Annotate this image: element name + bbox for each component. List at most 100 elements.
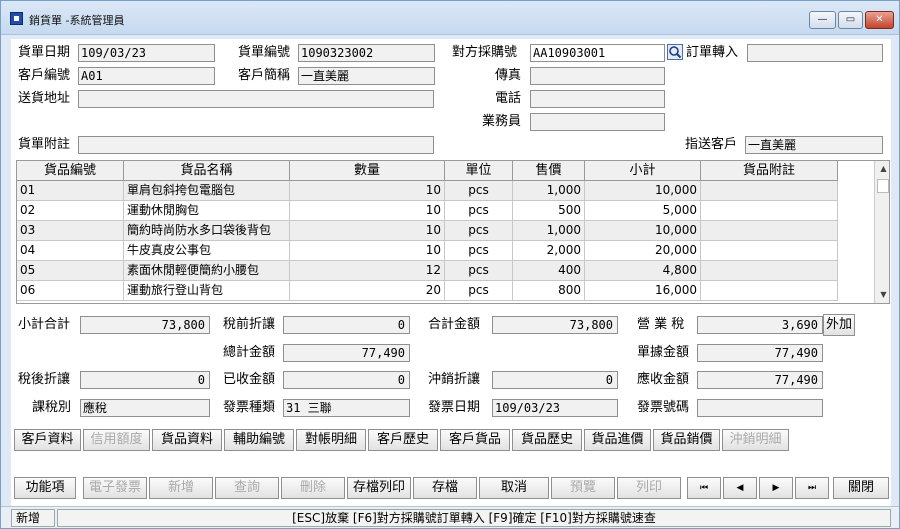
- scroll-up-icon[interactable]: ▲: [875, 161, 889, 177]
- cell-qty[interactable]: 10: [290, 221, 445, 241]
- offset-discount-field[interactable]: 0: [492, 371, 618, 389]
- cell-name[interactable]: 單肩包斜挎包電腦包: [124, 181, 290, 201]
- offset-detail-button[interactable]: 沖銷明細: [722, 429, 789, 451]
- cell-name[interactable]: 運動休閒胸包: [124, 201, 290, 221]
- cell-code[interactable]: 01: [17, 181, 124, 201]
- minimize-button[interactable]: —: [809, 11, 836, 29]
- search-button[interactable]: [667, 44, 683, 60]
- cell-subtotal[interactable]: 10,000: [585, 181, 701, 201]
- cell-price[interactable]: 800: [513, 281, 585, 301]
- function-menu-button[interactable]: 功能項: [14, 477, 76, 499]
- phone-field[interactable]: [530, 90, 665, 108]
- cell-note[interactable]: [701, 281, 838, 301]
- aux-code-button[interactable]: 輔助編號: [224, 429, 294, 451]
- address-field[interactable]: [78, 90, 434, 108]
- col-subtotal[interactable]: 小計: [585, 161, 701, 181]
- received-field[interactable]: 0: [283, 371, 410, 389]
- table-row[interactable]: 05 素面休閒輕便簡約小腰包 12 pcs 400 4,800: [17, 261, 838, 281]
- cell-note[interactable]: [701, 221, 838, 241]
- cell-qty[interactable]: 20: [290, 281, 445, 301]
- table-row[interactable]: 02 運動休閒胸包 10 pcs 500 5,000: [17, 201, 838, 221]
- table-row[interactable]: 06 運動旅行登山背包 20 pcs 800 16,000: [17, 281, 838, 301]
- add-button[interactable]: 新增: [149, 477, 213, 499]
- cell-code[interactable]: 02: [17, 201, 124, 221]
- delete-button[interactable]: 刪除: [281, 477, 345, 499]
- query-button[interactable]: 查詢: [215, 477, 279, 499]
- invoice-date-field[interactable]: 109/03/23: [492, 399, 618, 417]
- invoice-type-field[interactable]: 31 三聯: [283, 399, 410, 417]
- invoice-no-field[interactable]: [697, 399, 823, 417]
- order-import-field[interactable]: [747, 44, 883, 62]
- customer-history-button[interactable]: 客戶歷史: [368, 429, 438, 451]
- table-row[interactable]: 03 簡約時尚防水多口袋後背包 10 pcs 1,000 10,000: [17, 221, 838, 241]
- cell-price[interactable]: 1,000: [513, 221, 585, 241]
- cell-subtotal[interactable]: 10,000: [585, 221, 701, 241]
- cell-unit[interactable]: pcs: [445, 221, 513, 241]
- cell-subtotal[interactable]: 5,000: [585, 201, 701, 221]
- customer-info-button[interactable]: 客戶資料: [14, 429, 81, 451]
- product-price-button[interactable]: 貨品銷價: [653, 429, 720, 451]
- total-amount-field[interactable]: 73,800: [492, 316, 618, 334]
- subtotal-field[interactable]: 73,800: [80, 316, 210, 334]
- post-tax-discount-field[interactable]: 0: [80, 371, 210, 389]
- product-info-button[interactable]: 貨品資料: [152, 429, 222, 451]
- statement-detail-button[interactable]: 對帳明細: [296, 429, 366, 451]
- e-invoice-button[interactable]: 電子發票: [83, 477, 147, 499]
- cell-name[interactable]: 牛皮真皮公事包: [124, 241, 290, 261]
- close-window-button[interactable]: ✕: [865, 11, 894, 29]
- cell-code[interactable]: 03: [17, 221, 124, 241]
- cancel-button[interactable]: 取消: [479, 477, 549, 499]
- last-record-button[interactable]: ⏭: [795, 477, 829, 499]
- table-row[interactable]: 01 單肩包斜挎包電腦包 10 pcs 1,000 10,000: [17, 181, 838, 201]
- col-code[interactable]: 貨品編號: [17, 161, 124, 181]
- cell-name[interactable]: 簡約時尚防水多口袋後背包: [124, 221, 290, 241]
- col-name[interactable]: 貨品名稱: [124, 161, 290, 181]
- col-qty[interactable]: 數量: [290, 161, 445, 181]
- cell-unit[interactable]: pcs: [445, 261, 513, 281]
- tax-type-field[interactable]: 應稅: [80, 399, 210, 417]
- salesperson-field[interactable]: [530, 113, 665, 131]
- product-history-button[interactable]: 貨品歷史: [512, 429, 582, 451]
- next-record-button[interactable]: ▶: [759, 477, 793, 499]
- customer-no-field[interactable]: A01: [78, 67, 215, 85]
- cell-subtotal[interactable]: 20,000: [585, 241, 701, 261]
- doc-no-field[interactable]: 1090323002: [298, 44, 435, 62]
- col-price[interactable]: 售價: [513, 161, 585, 181]
- cell-note[interactable]: [701, 261, 838, 281]
- receivable-field[interactable]: 77,490: [697, 371, 823, 389]
- cell-note[interactable]: [701, 181, 838, 201]
- scroll-down-icon[interactable]: ▼: [875, 287, 889, 303]
- cell-price[interactable]: 500: [513, 201, 585, 221]
- grid-scrollbar[interactable]: ▲ ▼: [874, 161, 889, 303]
- scroll-thumb[interactable]: [877, 179, 889, 193]
- print-button[interactable]: 列印: [617, 477, 681, 499]
- po-no-field[interactable]: AA10903001: [530, 44, 665, 62]
- col-unit[interactable]: 單位: [445, 161, 513, 181]
- cell-subtotal[interactable]: 16,000: [585, 281, 701, 301]
- cell-code[interactable]: 05: [17, 261, 124, 281]
- items-grid[interactable]: 貨品編號 貨品名稱 數量 單位 售價 小計 貨品附註 01 單肩包斜挎包電腦包 …: [16, 160, 890, 304]
- cell-price[interactable]: 1,000: [513, 181, 585, 201]
- table-row[interactable]: 04 牛皮真皮公事包 10 pcs 2,000 20,000: [17, 241, 838, 261]
- product-cost-button[interactable]: 貨品進價: [584, 429, 651, 451]
- cell-qty[interactable]: 10: [290, 201, 445, 221]
- col-note[interactable]: 貨品附註: [701, 161, 838, 181]
- cell-code[interactable]: 04: [17, 241, 124, 261]
- prev-record-button[interactable]: ◀: [723, 477, 757, 499]
- cell-price[interactable]: 400: [513, 261, 585, 281]
- cell-subtotal[interactable]: 4,800: [585, 261, 701, 281]
- cell-price[interactable]: 2,000: [513, 241, 585, 261]
- cell-qty[interactable]: 10: [290, 241, 445, 261]
- tax-mode-button[interactable]: 外加: [823, 314, 855, 336]
- customer-products-button[interactable]: 客戶貨品: [440, 429, 510, 451]
- note-field[interactable]: [78, 136, 434, 154]
- pre-tax-discount-field[interactable]: 0: [283, 316, 410, 334]
- doc-date-field[interactable]: 109/03/23: [78, 44, 215, 62]
- first-record-button[interactable]: ⏮: [687, 477, 721, 499]
- cell-code[interactable]: 06: [17, 281, 124, 301]
- cell-name[interactable]: 素面休閒輕便簡約小腰包: [124, 261, 290, 281]
- cell-unit[interactable]: pcs: [445, 241, 513, 261]
- preview-button[interactable]: 預覽: [551, 477, 615, 499]
- doc-amount-field[interactable]: 77,490: [697, 344, 823, 362]
- save-button[interactable]: 存檔: [413, 477, 477, 499]
